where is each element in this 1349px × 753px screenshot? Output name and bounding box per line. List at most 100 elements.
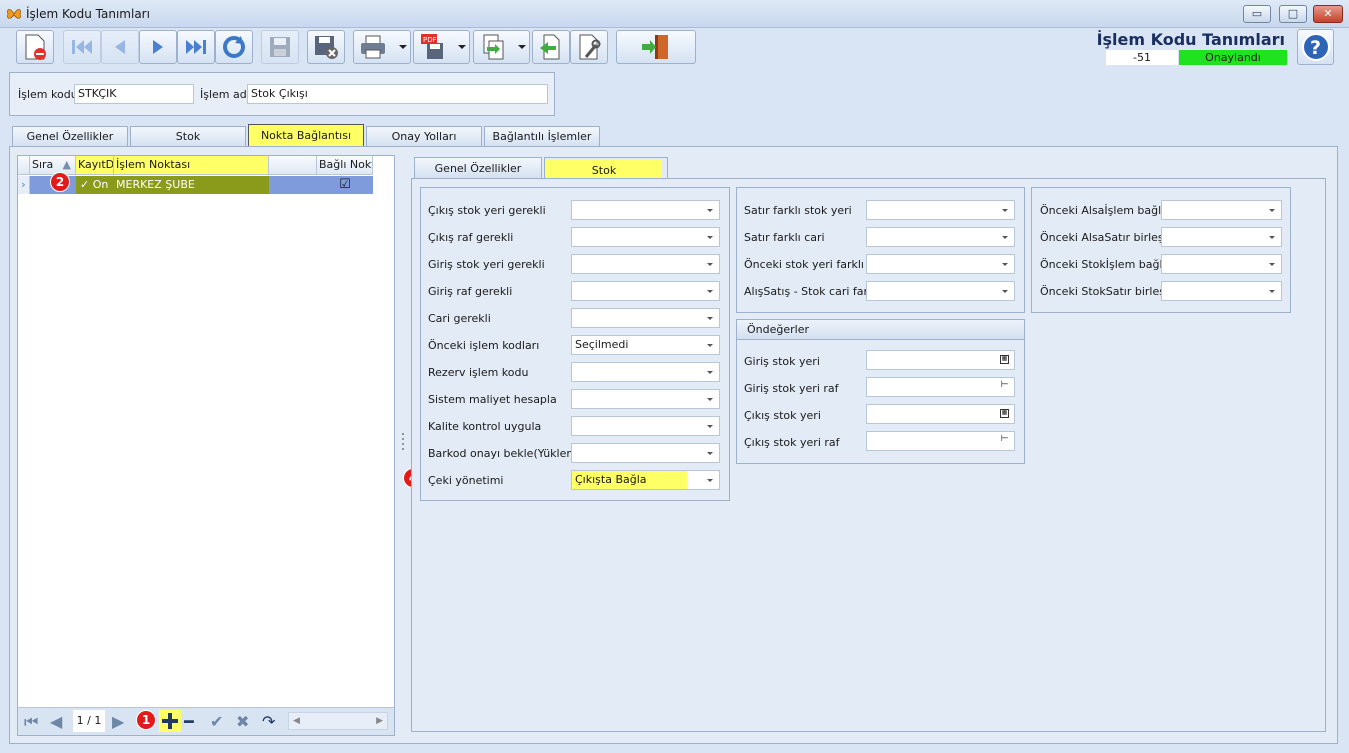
purchase-sales-account-select[interactable]	[866, 281, 1015, 301]
column-header-blank[interactable]	[269, 156, 317, 175]
first-icon	[72, 40, 92, 54]
help-button[interactable]: ?	[1297, 29, 1334, 65]
chevron-down-icon	[1269, 290, 1275, 293]
column-header-linked[interactable]: Bağlı Nokta	[317, 156, 373, 175]
row-linked-checkbox[interactable]: ☑	[338, 176, 352, 194]
entry-stock-required-select[interactable]	[571, 254, 720, 274]
field-label: Giriş raf gerekli	[428, 285, 513, 298]
chevron-down-icon	[1269, 209, 1275, 212]
previous-stock-place-select[interactable]	[866, 254, 1015, 274]
minus-icon[interactable]: ━	[184, 712, 194, 732]
splitter-handle[interactable]	[401, 430, 405, 454]
column-header-order-label: Sıra	[32, 158, 54, 171]
column-header-status[interactable]: KayıtDı	[76, 156, 114, 175]
exit-button[interactable]	[616, 30, 696, 64]
scroll-right-icon[interactable]: ▶	[376, 713, 383, 729]
delete-button[interactable]	[307, 30, 345, 64]
transfer-button[interactable]	[473, 30, 530, 64]
redo-icon[interactable]: ↷	[262, 712, 275, 732]
inner-tab-stock[interactable]: Stok	[544, 157, 668, 182]
prev-stock-op-select[interactable]	[1161, 254, 1282, 274]
tab-point-connection[interactable]: Nokta Bağlantısı	[248, 124, 364, 147]
entry-shelf-required-select[interactable]	[571, 281, 720, 301]
exit-shelf-required-select[interactable]	[571, 227, 720, 247]
exit-stock-required-select[interactable]	[571, 200, 720, 220]
reserve-code-select[interactable]	[571, 362, 720, 382]
prev-page-icon[interactable]: ◀	[50, 712, 62, 732]
last-record-button[interactable]	[177, 30, 215, 64]
chevron-down-icon	[1002, 263, 1008, 266]
field-label: Çıkış stok yeri raf	[744, 436, 840, 449]
entry-stock-place-picker[interactable]: ▦	[866, 350, 1015, 370]
help-icon: ?	[1302, 33, 1330, 61]
prev-stock-row-select[interactable]	[1161, 281, 1282, 301]
account-required-select[interactable]	[571, 308, 720, 328]
field-label: Önceki işlem kodları	[428, 339, 540, 352]
entry-stock-shelf-picker[interactable]: ⊢	[866, 377, 1015, 397]
first-page-icon[interactable]: ⏮	[24, 712, 38, 732]
chevron-down-icon	[707, 317, 713, 320]
row-status-cell[interactable]: ✓ On	[76, 176, 114, 194]
inner-tab-general[interactable]: Genel Özellikler	[414, 157, 542, 179]
previous-codes-select[interactable]: Seçilmedi	[571, 335, 720, 355]
sort-ascending-icon: ▲	[62, 158, 71, 171]
tree-picker-icon: ⊢	[1000, 380, 1009, 390]
system-cost-select[interactable]	[571, 389, 720, 409]
prev-purchase-row-select[interactable]	[1161, 227, 1282, 247]
previous-record-button[interactable]	[101, 30, 139, 64]
printer-icon	[361, 35, 385, 59]
chevron-down-icon	[1269, 236, 1275, 239]
document-back-icon	[540, 34, 560, 60]
close-button[interactable]: ✕	[1313, 5, 1343, 23]
refresh-button[interactable]	[215, 30, 253, 64]
point-grid[interactable]: Sıra ▲ KayıtDı İşlem Noktası Bağlı Nokta…	[17, 155, 395, 736]
field-label: Çeki yönetimi	[428, 474, 504, 487]
butterfly-icon	[7, 9, 21, 19]
scroll-left-icon[interactable]: ◀	[293, 713, 300, 729]
settings-button[interactable]	[570, 30, 608, 64]
column-header-point[interactable]: İşlem Noktası	[114, 156, 269, 175]
last-icon	[186, 40, 206, 54]
chevron-down-icon	[707, 236, 713, 239]
pdf-export-button[interactable]: PDF	[413, 30, 470, 64]
code-input[interactable]: STKÇIK	[74, 84, 194, 104]
cancel-icon[interactable]: ✖	[236, 712, 249, 732]
save-button[interactable]	[261, 30, 299, 64]
packing-management-select[interactable]: Çıkışta Bağla	[571, 470, 720, 490]
minimize-button[interactable]: ▭	[1243, 5, 1271, 23]
first-record-button[interactable]	[63, 30, 101, 64]
row-stock-place-select[interactable]	[866, 200, 1015, 220]
maximize-button[interactable]: □	[1279, 5, 1307, 23]
name-input[interactable]: Stok Çıkışı	[247, 84, 548, 104]
row-indicator-icon: ›	[18, 176, 30, 194]
chevron-down-icon	[1269, 263, 1275, 266]
tab-linked-operations[interactable]: Bağlantılı İşlemler	[484, 126, 600, 147]
next-page-icon[interactable]: ▶	[112, 712, 124, 732]
column-header-order[interactable]: Sıra ▲	[30, 156, 76, 175]
import-button[interactable]	[532, 30, 570, 64]
field-label: Giriş stok yeri gerekli	[428, 258, 545, 271]
grid-corner	[18, 156, 30, 175]
print-dropdown-icon	[399, 45, 407, 49]
new-button[interactable]	[16, 30, 54, 64]
exit-stock-place-picker[interactable]: ▦	[866, 404, 1015, 424]
barcode-approval-select[interactable]	[571, 443, 720, 463]
chevron-down-icon	[707, 263, 713, 266]
exit-stock-shelf-picker[interactable]: ⊢	[866, 431, 1015, 451]
tab-general[interactable]: Genel Özellikler	[12, 126, 128, 147]
field-label: Önceki Stokİşlem bağla	[1040, 258, 1170, 271]
add-row-button[interactable]	[159, 710, 181, 732]
next-record-button[interactable]	[139, 30, 177, 64]
horizontal-scrollbar[interactable]: ◀ ▶	[288, 712, 388, 730]
transfer-dropdown-icon	[518, 45, 526, 49]
print-button[interactable]	[353, 30, 411, 64]
pdf-save-icon: PDF	[421, 34, 443, 59]
prev-purchase-op-select[interactable]	[1161, 200, 1282, 220]
row-point-cell[interactable]: MERKEZ ŞUBE	[114, 176, 269, 194]
code-label: İşlem kodu	[18, 88, 78, 101]
confirm-icon[interactable]: ✔	[210, 712, 223, 732]
tab-stock[interactable]: Stok	[130, 126, 246, 147]
quality-control-select[interactable]	[571, 416, 720, 436]
row-account-select[interactable]	[866, 227, 1015, 247]
tab-approval-paths[interactable]: Onay Yolları	[366, 126, 482, 147]
